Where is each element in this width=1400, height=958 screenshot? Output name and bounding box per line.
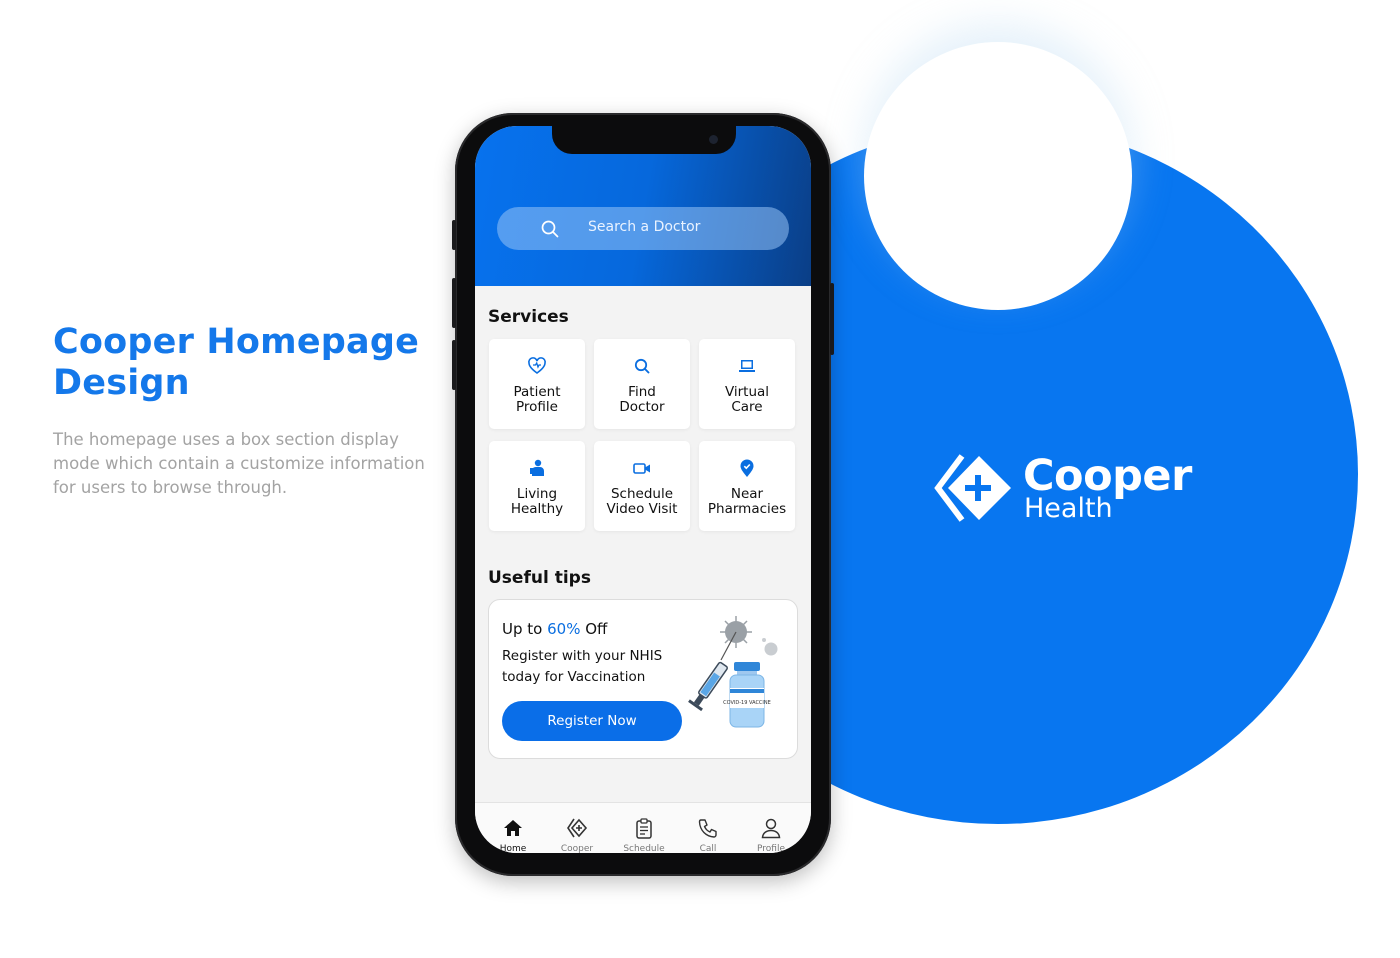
camera-icon — [709, 135, 718, 144]
home-icon — [504, 820, 522, 836]
service-card-near-pharmacies[interactable]: Near Pharmacies — [699, 441, 795, 531]
service-label: Patient Profile — [513, 384, 561, 415]
clipboard-icon — [636, 818, 652, 839]
vaccine-illustration-icon: COVID-19 VACCINE — [688, 616, 778, 728]
search-icon — [634, 358, 650, 374]
service-label: Living Healthy — [510, 486, 564, 517]
phone-mockup: Search a Doctor Services Patient Profile … — [452, 113, 834, 876]
tab-cooper[interactable]: Cooper — [547, 803, 607, 853]
brand-lockup: Cooper Health — [934, 452, 1234, 532]
person-icon — [530, 459, 544, 476]
bottom-tab-bar: Home Cooper Schedule Call Profile — [475, 802, 811, 853]
service-label: Schedule Video Visit — [606, 486, 678, 517]
heart-icon — [528, 357, 546, 374]
tab-label: Call — [699, 844, 717, 853]
phone-power-button — [830, 283, 834, 355]
service-card-virtual-care[interactable]: Virtual Care — [699, 339, 795, 429]
service-card-patient-profile[interactable]: Patient Profile — [489, 339, 585, 429]
service-label: Virtual Care — [724, 384, 770, 415]
tab-call[interactable]: Call — [678, 803, 738, 853]
intro-title-line1: Cooper Homepage — [53, 322, 420, 362]
tab-profile[interactable]: Profile — [741, 803, 801, 853]
services-title: Services — [488, 307, 569, 327]
tip-headline: Up to 60% Off — [502, 620, 608, 638]
tab-label: Cooper — [560, 844, 594, 853]
phone-notch — [552, 126, 736, 154]
tab-label: Profile — [757, 844, 785, 853]
location-pin-icon — [740, 459, 754, 477]
tab-schedule[interactable]: Schedule — [614, 803, 674, 853]
service-card-find-doctor[interactable]: Find Doctor — [594, 339, 690, 429]
search-bar[interactable]: Search a Doctor — [497, 207, 789, 250]
app-screen: Search a Doctor Services Patient Profile … — [475, 126, 811, 853]
tab-label: Home — [499, 844, 527, 853]
decorative-white-circle — [864, 42, 1132, 310]
tip-card: Up to 60% Off Register with your NHIS to… — [488, 599, 798, 759]
service-card-living-healthy[interactable]: Living Healthy — [489, 441, 585, 531]
service-label: Find Doctor — [619, 384, 665, 415]
phone-volume-up — [452, 278, 456, 328]
phone-mute-switch — [452, 220, 456, 250]
search-icon — [541, 220, 559, 238]
intro-title: Cooper Homepage Design — [53, 322, 443, 404]
phone-volume-down — [452, 340, 456, 390]
intro-description: The homepage uses a box section display … — [53, 430, 425, 497]
vial-label: COVID-19 VACCINE — [723, 700, 771, 706]
service-card-schedule-video-visit[interactable]: Schedule Video Visit — [594, 441, 690, 531]
intro-title-line2: Design — [53, 363, 190, 403]
brand-subtitle: Health — [1024, 493, 1113, 524]
tip-body: Register with your NHIS today for Vaccin… — [502, 648, 663, 685]
useful-tips-title: Useful tips — [488, 568, 591, 588]
discount-highlight: 60% — [547, 620, 581, 638]
cooper-icon — [567, 818, 588, 838]
service-label: Near Pharmacies — [707, 486, 787, 517]
laptop-icon — [739, 360, 755, 372]
register-now-button[interactable]: Register Now — [502, 701, 682, 741]
search-input[interactable]: Search a Doctor — [588, 219, 700, 235]
cooper-logo-icon — [934, 454, 1011, 522]
phone-icon — [698, 819, 717, 838]
user-icon — [761, 818, 781, 839]
tab-label: Schedule — [623, 844, 665, 853]
tab-home[interactable]: Home — [483, 803, 543, 853]
intro-section: Cooper Homepage Design The homepage uses… — [53, 322, 443, 500]
video-icon — [633, 463, 650, 474]
